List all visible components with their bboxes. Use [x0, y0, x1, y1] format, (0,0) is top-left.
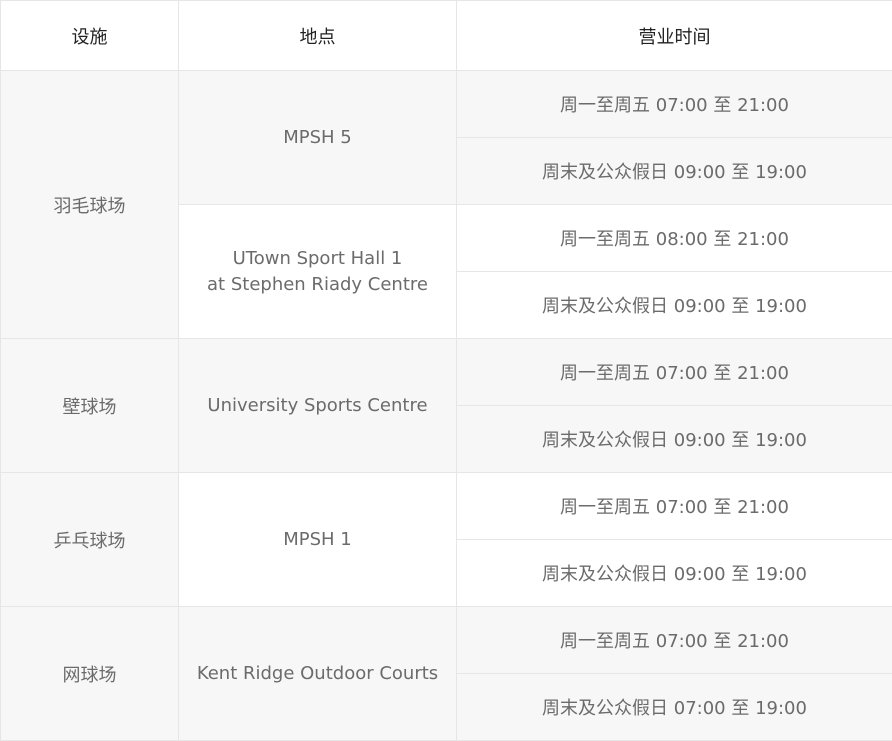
header-location: 地点: [179, 1, 457, 71]
table-row: 羽毛球场 MPSH 5 周一至周五 07:00 至 21:00: [1, 71, 892, 138]
facility-cell: 羽毛球场: [1, 71, 179, 339]
location-line: Kent Ridge Outdoor Courts: [187, 661, 448, 687]
location-cell: University Sports Centre: [179, 339, 457, 473]
hours-cell: 周末及公众假日 09:00 至 19:00: [457, 272, 892, 339]
header-row: 设施 地点 营业时间: [1, 1, 892, 71]
hours-cell: 周一至周五 07:00 至 21:00: [457, 71, 892, 138]
facility-hours-table: 设施 地点 营业时间 羽毛球场 MPSH 5 周一至周五 07:00 至 21:…: [0, 0, 892, 741]
location-line: MPSH 5: [187, 125, 448, 151]
hours-cell: 周末及公众假日 09:00 至 19:00: [457, 138, 892, 205]
hours-cell: 周末及公众假日 07:00 至 19:00: [457, 674, 892, 741]
location-cell: MPSH 5: [179, 71, 457, 205]
facility-cell: 网球场: [1, 607, 179, 741]
table-row: 乒乓球场 MPSH 1 周一至周五 07:00 至 21:00: [1, 473, 892, 540]
location-cell: Kent Ridge Outdoor Courts: [179, 607, 457, 741]
facility-cell: 乒乓球场: [1, 473, 179, 607]
location-line: at Stephen Riady Centre: [187, 272, 448, 298]
hours-cell: 周末及公众假日 09:00 至 19:00: [457, 406, 892, 473]
header-hours: 营业时间: [457, 1, 892, 71]
location-line: UTown Sport Hall 1: [187, 246, 448, 272]
location-cell: MPSH 1: [179, 473, 457, 607]
location-cell: UTown Sport Hall 1 at Stephen Riady Cent…: [179, 205, 457, 339]
table-row: 壁球场 University Sports Centre 周一至周五 07:00…: [1, 339, 892, 406]
hours-cell: 周一至周五 07:00 至 21:00: [457, 607, 892, 674]
hours-cell: 周一至周五 07:00 至 21:00: [457, 339, 892, 406]
table-row: 网球场 Kent Ridge Outdoor Courts 周一至周五 07:0…: [1, 607, 892, 674]
location-line: MPSH 1: [187, 527, 448, 553]
header-facility: 设施: [1, 1, 179, 71]
hours-cell: 周一至周五 07:00 至 21:00: [457, 473, 892, 540]
facility-cell: 壁球场: [1, 339, 179, 473]
location-line: University Sports Centre: [187, 393, 448, 419]
hours-cell: 周末及公众假日 09:00 至 19:00: [457, 540, 892, 607]
hours-cell: 周一至周五 08:00 至 21:00: [457, 205, 892, 272]
